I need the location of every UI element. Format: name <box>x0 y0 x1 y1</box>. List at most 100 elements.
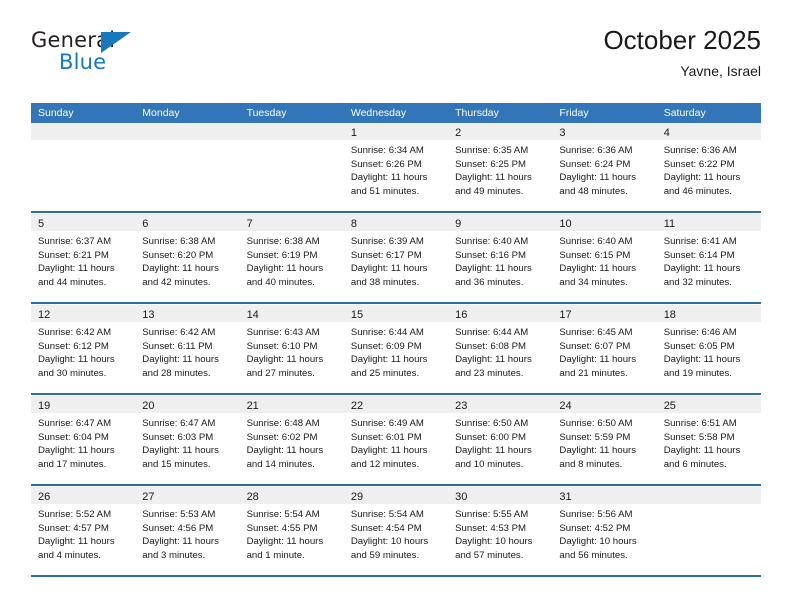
day-cell[interactable]: 31 Sunrise: 5:56 AM Sunset: 4:52 PM Dayl… <box>552 487 657 577</box>
daylight-text-line1: Daylight: 10 hours <box>559 536 637 548</box>
daylight-text-line2: and 28 minutes. <box>142 367 211 379</box>
day-cell[interactable]: 26 Sunrise: 5:52 AM Sunset: 4:57 PM Dayl… <box>31 487 136 577</box>
day-details: Sunrise: 6:42 AM Sunset: 6:12 PM Dayligh… <box>31 322 135 380</box>
day-details: Sunrise: 6:35 AM Sunset: 6:25 PM Dayligh… <box>448 140 552 198</box>
day-details: Sunrise: 6:37 AM Sunset: 6:21 PM Dayligh… <box>31 231 135 289</box>
daylight-text-line2: and 3 minutes. <box>142 549 206 561</box>
sunset-text: Sunset: 4:57 PM <box>38 522 109 534</box>
day-cell[interactable]: 12 Sunrise: 6:42 AM Sunset: 6:12 PM Dayl… <box>31 305 136 395</box>
day-cell[interactable] <box>31 123 136 213</box>
day-cell[interactable]: 25 Sunrise: 6:51 AM Sunset: 5:58 PM Dayl… <box>656 396 761 486</box>
daylight-text-line1: Daylight: 11 hours <box>455 445 532 457</box>
day-cell[interactable]: 27 Sunrise: 5:53 AM Sunset: 4:56 PM Dayl… <box>135 487 240 577</box>
sunrise-text: Sunrise: 5:54 AM <box>350 509 424 520</box>
sunrise-text: Sunrise: 6:43 AM <box>246 327 320 338</box>
day-number: 19 <box>38 400 51 412</box>
day-cell[interactable]: 30 Sunrise: 5:55 AM Sunset: 4:53 PM Dayl… <box>448 487 553 577</box>
weekday-header-sunday: Sunday <box>38 107 74 119</box>
sunset-text: Sunset: 6:08 PM <box>455 340 527 352</box>
day-cell[interactable]: 18 Sunrise: 6:46 AM Sunset: 6:05 PM Dayl… <box>656 305 761 395</box>
day-cell[interactable]: 8 Sunrise: 6:39 AM Sunset: 6:17 PM Dayli… <box>343 214 449 304</box>
day-cell[interactable]: 20 Sunrise: 6:47 AM Sunset: 6:03 PM Dayl… <box>135 396 240 486</box>
day-number: 8 <box>350 218 357 230</box>
day-details: Sunrise: 5:54 AM Sunset: 4:55 PM Dayligh… <box>240 504 344 562</box>
day-cell[interactable]: 4 Sunrise: 6:36 AM Sunset: 6:22 PM Dayli… <box>656 123 761 213</box>
daylight-text-line1: Daylight: 11 hours <box>350 263 428 275</box>
day-cell[interactable]: 11 Sunrise: 6:41 AM Sunset: 6:14 PM Dayl… <box>656 214 761 304</box>
day-number-band: 1 <box>343 123 449 140</box>
day-cell[interactable]: 14 Sunrise: 6:43 AM Sunset: 6:10 PM Dayl… <box>239 305 344 395</box>
daylight-text-line2: and 30 minutes. <box>38 367 107 379</box>
daylight-text-line2: and 15 minutes. <box>142 458 211 470</box>
sunset-text: Sunset: 6:01 PM <box>350 431 422 443</box>
day-cell[interactable]: 22 Sunrise: 6:49 AM Sunset: 6:01 PM Dayl… <box>343 396 449 486</box>
sunrise-text: Sunrise: 6:48 AM <box>246 418 320 429</box>
day-number-band: 10 <box>552 214 657 231</box>
day-cell[interactable]: 13 Sunrise: 6:42 AM Sunset: 6:11 PM Dayl… <box>135 305 240 395</box>
weekday-header-friday: Friday <box>559 107 589 119</box>
weekday-header-row: Sunday Monday Tuesday Wednesday Thursday… <box>31 103 761 123</box>
day-cell[interactable]: 15 Sunrise: 6:44 AM Sunset: 6:09 PM Dayl… <box>343 305 449 395</box>
day-cell[interactable]: 16 Sunrise: 6:44 AM Sunset: 6:08 PM Dayl… <box>448 305 553 395</box>
daylight-text-line2: and 42 minutes. <box>142 276 211 288</box>
day-number: 2 <box>455 127 462 139</box>
day-number-band: 25 <box>656 396 761 413</box>
day-cell[interactable]: 5 Sunrise: 6:37 AM Sunset: 6:21 PM Dayli… <box>31 214 136 304</box>
sunset-text: Sunset: 6:03 PM <box>142 431 214 443</box>
day-number: 4 <box>663 127 670 139</box>
day-number-band: 3 <box>552 123 657 140</box>
sunset-text: Sunset: 6:16 PM <box>455 249 527 261</box>
daylight-text-line2: and 40 minutes. <box>246 276 315 288</box>
generalblue-logo[interactable]: General Blue <box>31 30 231 86</box>
daylight-text-line1: Daylight: 11 hours <box>350 172 428 184</box>
day-cell[interactable]: 24 Sunrise: 6:50 AM Sunset: 5:59 PM Dayl… <box>552 396 657 486</box>
daylight-text-line1: Daylight: 11 hours <box>246 445 324 457</box>
sunset-text: Sunset: 4:55 PM <box>246 522 318 534</box>
day-cell[interactable] <box>135 123 240 213</box>
sunset-text: Sunset: 6:11 PM <box>142 340 213 352</box>
day-cell[interactable]: 9 Sunrise: 6:40 AM Sunset: 6:16 PM Dayli… <box>448 214 553 304</box>
day-details <box>31 140 135 144</box>
day-number-band: 17 <box>552 305 657 322</box>
day-cell[interactable]: 23 Sunrise: 6:50 AM Sunset: 6:00 PM Dayl… <box>448 396 553 486</box>
day-details: Sunrise: 6:47 AM Sunset: 6:04 PM Dayligh… <box>31 413 135 471</box>
day-cell[interactable]: 7 Sunrise: 6:38 AM Sunset: 6:19 PM Dayli… <box>239 214 344 304</box>
calendar-page: General Blue October 2025 Yavne, Israel … <box>0 0 792 612</box>
day-number-band <box>135 123 240 140</box>
day-number-band: 14 <box>239 305 344 322</box>
sunrise-text: Sunrise: 6:44 AM <box>350 327 424 338</box>
day-details: Sunrise: 5:55 AM Sunset: 4:53 PM Dayligh… <box>448 504 552 562</box>
day-number: 23 <box>455 400 468 412</box>
weekday-header-thursday: Thursday <box>455 107 499 119</box>
daylight-text-line2: and 46 minutes. <box>663 185 732 197</box>
sunset-text: Sunset: 6:25 PM <box>455 158 527 170</box>
sunrise-text: Sunrise: 5:56 AM <box>559 509 633 520</box>
sunrise-text: Sunrise: 6:34 AM <box>350 145 424 156</box>
sunset-text: Sunset: 6:14 PM <box>663 249 735 261</box>
day-number: 26 <box>38 491 51 503</box>
day-cell[interactable]: 21 Sunrise: 6:48 AM Sunset: 6:02 PM Dayl… <box>239 396 344 486</box>
day-number: 29 <box>350 491 364 503</box>
day-cell[interactable]: 1 Sunrise: 6:34 AM Sunset: 6:26 PM Dayli… <box>343 123 449 213</box>
sunrise-text: Sunrise: 6:37 AM <box>38 236 112 247</box>
day-cell[interactable]: 19 Sunrise: 6:47 AM Sunset: 6:04 PM Dayl… <box>31 396 136 486</box>
daylight-text-line2: and 25 minutes. <box>350 367 420 379</box>
day-cell[interactable]: 3 Sunrise: 6:36 AM Sunset: 6:24 PM Dayli… <box>552 123 657 213</box>
day-cell[interactable]: 29 Sunrise: 5:54 AM Sunset: 4:54 PM Dayl… <box>343 487 449 577</box>
day-cell[interactable] <box>656 487 761 577</box>
sunrise-text: Sunrise: 6:47 AM <box>38 418 112 429</box>
daylight-text-line1: Daylight: 11 hours <box>350 445 428 457</box>
day-details: Sunrise: 6:43 AM Sunset: 6:10 PM Dayligh… <box>240 322 344 380</box>
sunrise-text: Sunrise: 5:55 AM <box>455 509 529 520</box>
page-title: October 2025 <box>603 25 761 55</box>
day-cell[interactable]: 10 Sunrise: 6:40 AM Sunset: 6:15 PM Dayl… <box>552 214 657 304</box>
day-cell[interactable]: 17 Sunrise: 6:45 AM Sunset: 6:07 PM Dayl… <box>552 305 657 395</box>
day-details: Sunrise: 6:46 AM Sunset: 6:05 PM Dayligh… <box>657 322 761 380</box>
day-cell[interactable] <box>239 123 344 213</box>
day-number: 12 <box>38 309 51 321</box>
week-row: 19 Sunrise: 6:47 AM Sunset: 6:04 PM Dayl… <box>31 395 761 486</box>
day-cell[interactable]: 2 Sunrise: 6:35 AM Sunset: 6:25 PM Dayli… <box>448 123 553 213</box>
day-cell[interactable]: 6 Sunrise: 6:38 AM Sunset: 6:20 PM Dayli… <box>135 214 240 304</box>
sunrise-text: Sunrise: 6:45 AM <box>559 327 633 338</box>
day-cell[interactable]: 28 Sunrise: 5:54 AM Sunset: 4:55 PM Dayl… <box>239 487 344 577</box>
